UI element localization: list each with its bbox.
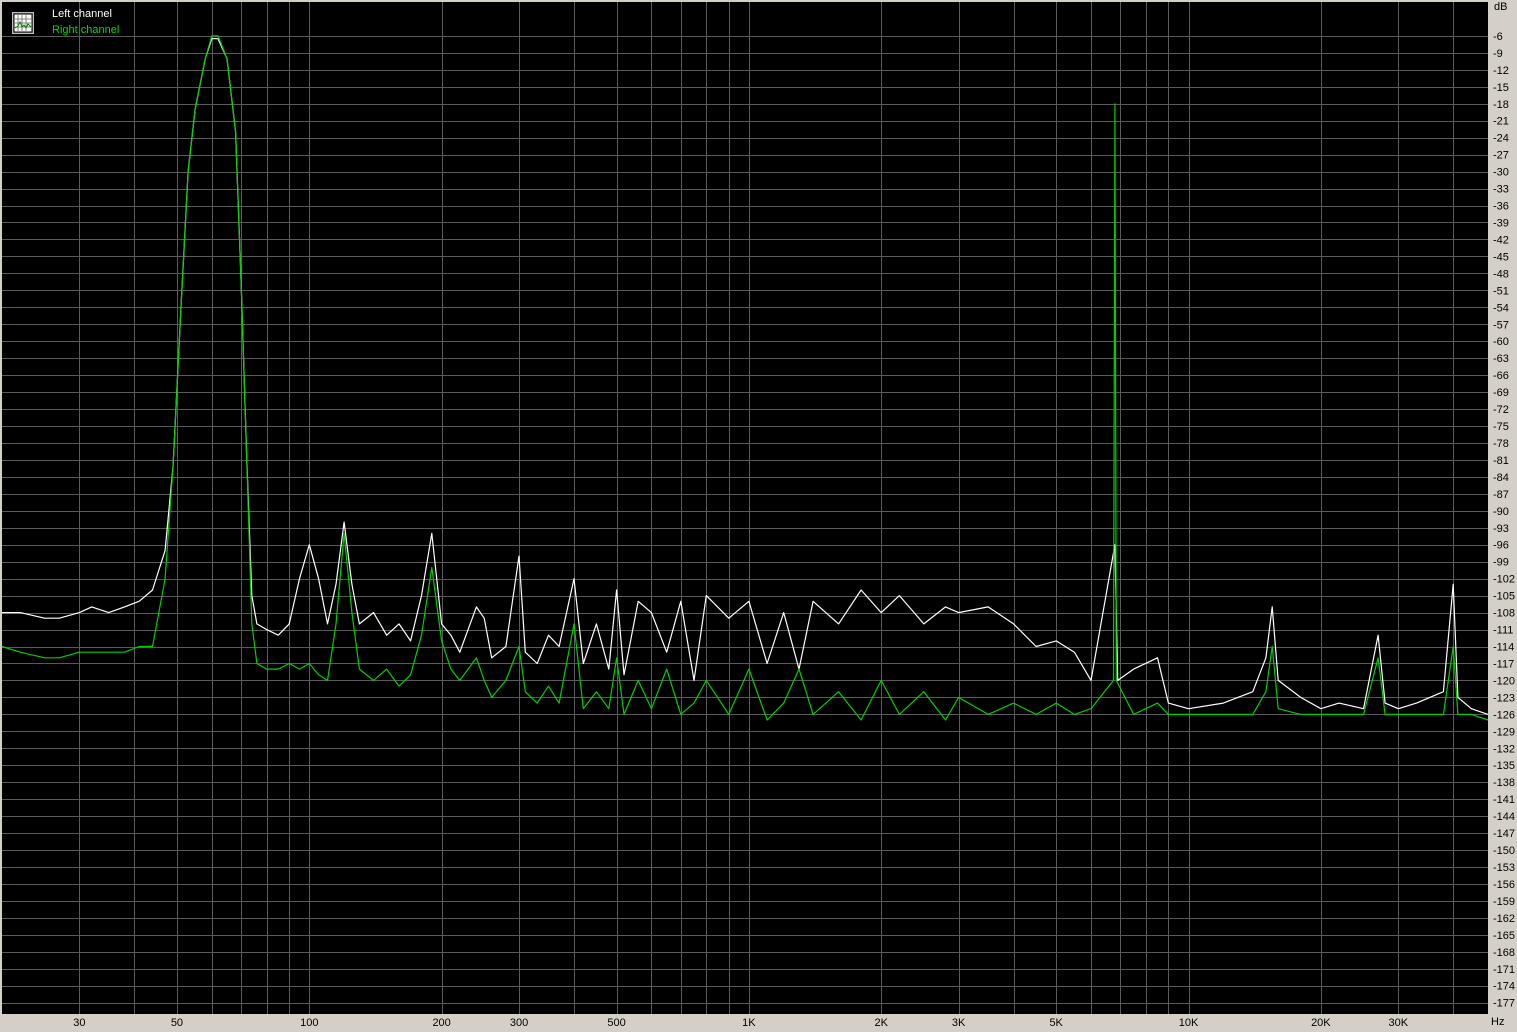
y-tick-label: -117	[1493, 658, 1514, 670]
y-tick-label: -111	[1493, 625, 1513, 637]
y-tick-label: -159	[1493, 896, 1515, 908]
y-tick-label: -114	[1493, 642, 1514, 654]
y-tick-label: -120	[1493, 675, 1515, 687]
y-tick-label: -126	[1493, 709, 1515, 721]
y-tick-label: -63	[1493, 353, 1509, 365]
y-tick-label: -75	[1493, 421, 1509, 433]
y-tick-label: -30	[1493, 167, 1509, 179]
y-tick-label: -105	[1493, 591, 1515, 603]
x-tick-label: 500	[607, 1017, 625, 1029]
y-tick-label: -141	[1493, 794, 1515, 806]
x-tick-label: 100	[300, 1017, 318, 1029]
y-tick-label: -96	[1493, 540, 1509, 552]
y-tick-label: -15	[1493, 82, 1509, 94]
y-tick-label: -48	[1493, 268, 1509, 280]
x-tick-label: 50	[171, 1017, 183, 1029]
y-tick-label: -36	[1493, 201, 1509, 213]
legend-right-channel: Right channel	[52, 24, 120, 36]
x-axis-unit: Hz	[1491, 1016, 1505, 1028]
y-tick-label: -147	[1493, 828, 1515, 840]
x-tick-label: 20K	[1311, 1017, 1331, 1029]
y-tick-label: -81	[1493, 455, 1509, 467]
y-tick-label: -144	[1493, 811, 1515, 823]
y-tick-label: -51	[1493, 285, 1509, 297]
y-tick-label: -60	[1493, 336, 1509, 348]
y-tick-label: -45	[1493, 251, 1509, 263]
y-tick-label: -168	[1493, 947, 1515, 959]
y-tick-label: -33	[1493, 184, 1509, 196]
y-tick-label: -39	[1493, 217, 1509, 229]
y-tick-label: -129	[1493, 726, 1515, 738]
x-tick-label: 30	[73, 1017, 85, 1029]
spectrum-plot[interactable]: -6 -9 -12 -15 -18 -21 -24 -27 -30 -33 -36 -39 -42 -45…	[0, 0, 1517, 1032]
y-tick-label: -69	[1493, 387, 1509, 399]
y-tick-label: -162	[1493, 913, 1515, 925]
y-tick-label: -171	[1493, 964, 1515, 976]
y-tick-label: -132	[1493, 743, 1515, 755]
x-tick-label: 3K	[952, 1017, 966, 1029]
y-tick-label: -135	[1493, 760, 1515, 772]
y-tick-label: -72	[1493, 404, 1509, 416]
y-tick-label: -99	[1493, 557, 1509, 569]
x-tick-label: 30K	[1388, 1017, 1408, 1029]
legend-left-channel: Left channel	[52, 8, 112, 20]
y-axis: -6 -9 -12 -15 -18 -21 -24 -27 -30 -33 -36 -39 -42 -45…	[1493, 31, 1515, 1010]
y-tick-label: -150	[1493, 845, 1515, 857]
y-tick-label: -12	[1493, 65, 1509, 77]
legend-toggle-icon[interactable]	[12, 12, 34, 34]
y-tick-label: -84	[1493, 472, 1509, 484]
y-tick-label: -24	[1493, 133, 1509, 145]
y-tick-label: -153	[1493, 862, 1515, 874]
y-tick-label: -27	[1493, 150, 1509, 162]
y-axis-unit: dB	[1494, 1, 1508, 13]
y-tick-label: -87	[1493, 489, 1509, 501]
x-tick-label: 300	[510, 1017, 528, 1029]
y-tick-label: -138	[1493, 777, 1515, 789]
y-tick-label: -90	[1493, 506, 1509, 518]
y-tick-label: -165	[1493, 930, 1515, 942]
y-tick-label: -108	[1493, 608, 1515, 620]
y-tick-label: -42	[1493, 234, 1509, 246]
x-tick-label: 10K	[1179, 1017, 1199, 1029]
y-tick-label: -93	[1493, 523, 1509, 535]
y-tick-label: -6	[1493, 31, 1503, 43]
y-tick-label: -78	[1493, 438, 1509, 450]
y-tick-label: -66	[1493, 370, 1509, 382]
analyzer-window: -6 -9 -12 -15 -18 -21 -24 -27 -30 -33 -36 -39 -42 -45…	[0, 0, 1517, 1032]
x-tick-label: 200	[432, 1017, 450, 1029]
y-tick-label: -18	[1493, 99, 1509, 111]
y-tick-label: -102	[1493, 574, 1515, 586]
y-tick-label: -54	[1493, 302, 1509, 314]
x-tick-label: 5K	[1049, 1017, 1063, 1029]
x-axis: 30 50 100 200 300 500 1K 2K 3K 5K 10K 20K 30K	[73, 1017, 1408, 1029]
x-tick-label: 1K	[742, 1017, 756, 1029]
y-tick-label: -21	[1493, 116, 1509, 128]
y-tick-label: -177	[1493, 998, 1515, 1010]
y-tick-label: -57	[1493, 319, 1509, 331]
y-tick-label: -174	[1493, 981, 1515, 993]
y-tick-label: -156	[1493, 879, 1515, 891]
plot-background	[2, 2, 1488, 1014]
x-tick-label: 2K	[875, 1017, 889, 1029]
y-tick-label: -9	[1493, 48, 1503, 60]
y-tick-label: -123	[1493, 692, 1515, 704]
